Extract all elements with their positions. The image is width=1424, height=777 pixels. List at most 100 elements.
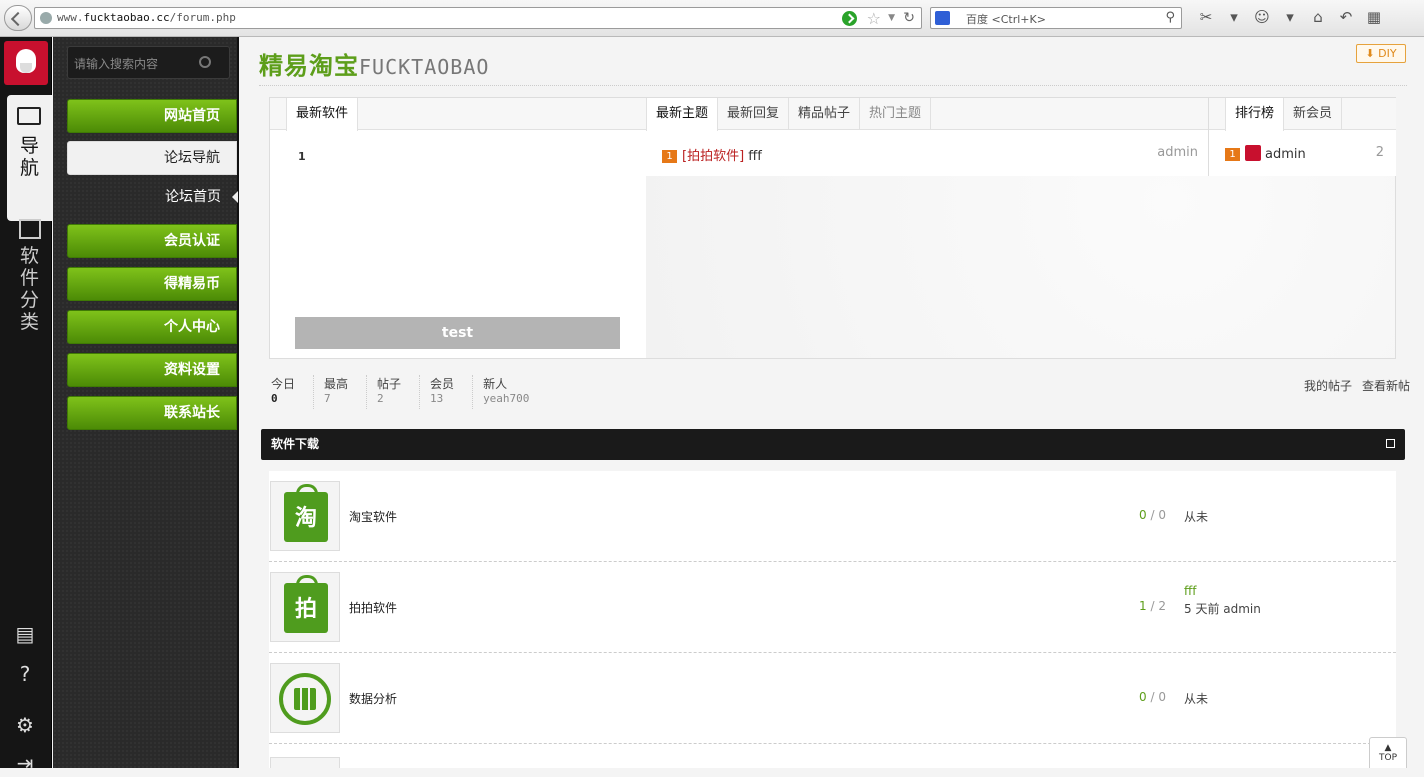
toolbar-icons: ✂ ▾ ☺ ▾ ⌂ ↶ ▦ <box>1195 8 1420 30</box>
avatar <box>1245 145 1261 161</box>
grid-circle-icon <box>279 673 331 725</box>
browser-toolbar: www.fucktaobao.cc/forum.php ☆ ▼ ↻ 百度 <Ct… <box>0 0 1424 37</box>
address-bar[interactable]: www.fucktaobao.cc/forum.php ☆ ▼ ↻ <box>34 7 922 29</box>
shopping-bag-icon: 拍 <box>284 575 328 633</box>
menu-home-button[interactable]: 网站首页 <box>67 99 237 133</box>
topic-category[interactable]: [拍拍软件] <box>682 149 744 164</box>
page-title: 精易淘宝FUCKTAOBAO <box>259 52 490 80</box>
url-text: www.fucktaobao.cc/forum.php <box>57 11 236 24</box>
search-bar[interactable]: 百度 <Ctrl+K> ⚲ <box>930 7 1182 29</box>
forum-name[interactable]: 淘宝软件 <box>349 508 397 525</box>
tab-ranking[interactable]: 排行榜 <box>1225 98 1285 131</box>
back-to-top-button[interactable]: ▲ TOP <box>1369 737 1407 768</box>
tab-new-members[interactable]: 新会员 <box>1284 98 1343 130</box>
back-button[interactable] <box>4 5 32 31</box>
forum-last-post: fff 5 天前 admin <box>1184 582 1261 618</box>
forum-row: 拍 拍拍软件 1 / 2 fff 5 天前 admin <box>269 562 1396 653</box>
search-icon[interactable] <box>199 56 211 68</box>
forum-row: 数据分析 0 / 0 从未 <box>269 653 1396 744</box>
menu-coins-button[interactable]: 得精易币 <box>67 267 237 301</box>
forum-list: 淘 淘宝软件 0 / 0 从未 拍 拍拍软件 1 / 2 fff 5 天前 adm… <box>269 471 1396 768</box>
menu-settings-button[interactable]: 资料设置 <box>67 353 237 387</box>
left-icon-nav: 导 航 软 件 分 类 ▤ ? ⚙ ⇥ <box>0 37 52 775</box>
forum-counts: 1 / 2 <box>1139 599 1166 613</box>
magnifier-icon[interactable]: ⚲ <box>1165 10 1175 25</box>
chevron-down-icon[interactable]: ▾ <box>1223 8 1245 28</box>
forum-icon[interactable] <box>270 757 340 768</box>
stat-today: 今日 0 <box>271 375 315 409</box>
tab-latest-replies[interactable]: 最新回复 <box>718 98 790 130</box>
software-category-label: 软 件 分 类 <box>19 245 39 333</box>
list-item[interactable]: 1 <box>298 150 306 163</box>
test-button[interactable]: test <box>295 317 620 349</box>
topic-row[interactable]: 1 [拍拍软件] fff admin <box>662 145 1198 164</box>
diy-button[interactable]: ⬇ DIY <box>1356 44 1406 63</box>
ranking-column: 排行榜 新会员 1 admin 2 <box>1208 98 1396 176</box>
external-link-icon[interactable] <box>1386 439 1395 448</box>
forum-stats: 今日 0 最高 7 帖子 2 会员 13 新人 yeah700 <box>271 375 557 415</box>
side-menu: 请输入搜索内容 网站首页 论坛导航 论坛首页 会员认证 得精易币 个人中心 资料… <box>53 37 239 768</box>
tab-latest-topics[interactable]: 最新主题 <box>646 98 719 131</box>
gear-icon[interactable]: ⚙ <box>12 713 38 739</box>
portal-panel: 最新软件 1 test 最新主题 最新回复 精品帖子 热门主题 1 [拍拍软件] … <box>269 97 1396 359</box>
home-icon[interactable]: ⌂ <box>1307 8 1329 28</box>
search-engine-text: 百度 <Ctrl+K> <box>966 13 1046 26</box>
stat-max: 最高 7 <box>324 375 368 409</box>
reload-icon[interactable]: ↻ <box>903 10 915 26</box>
quick-links: 我的帖子 查看新帖 <box>1294 377 1410 394</box>
member-count: 2 <box>1375 145 1384 160</box>
help-icon[interactable]: ? <box>12 662 38 688</box>
forum-icon[interactable]: 淘 <box>270 481 340 551</box>
forum-last-post: 从未 <box>1184 692 1209 706</box>
topics-column: 最新主题 最新回复 精品帖子 热门主题 1 [拍拍软件] fff admin <box>646 98 1208 176</box>
chat-bubble-icon <box>17 107 41 125</box>
menu-contact-button[interactable]: 联系站长 <box>67 396 237 430</box>
menu-search-input[interactable]: 请输入搜索内容 <box>67 46 230 79</box>
notes-icon[interactable]: ▤ <box>12 622 38 648</box>
dropdown-icon[interactable]: ▼ <box>888 13 895 23</box>
topic-title[interactable]: fff <box>748 149 762 164</box>
news-icon <box>19 219 41 239</box>
new-posts-link[interactable]: 查看新帖 <box>1362 379 1410 393</box>
tab-latest-software[interactable]: 最新软件 <box>286 98 359 131</box>
divider <box>259 85 1407 86</box>
ranking-row[interactable]: 1 admin 2 <box>1225 145 1384 163</box>
menu-profile-button[interactable]: 个人中心 <box>67 310 237 344</box>
menu-icon[interactable]: ▦ <box>1363 8 1385 28</box>
forum-last-post: 从未 <box>1184 510 1209 524</box>
forum-name[interactable]: 拍拍软件 <box>349 599 397 616</box>
paw-icon[interactable] <box>935 11 950 25</box>
emoticon-icon[interactable]: ☺ <box>1251 8 1273 28</box>
section-header: 软件下载 <box>261 429 1405 460</box>
forum-icon[interactable]: 拍 <box>270 572 340 642</box>
tab-featured-posts[interactable]: 精品帖子 <box>789 98 861 130</box>
main-content: 精易淘宝FUCKTAOBAO ⬇ DIY 最新软件 1 test 最新主题 最新… <box>241 37 1424 768</box>
stat-newest: 新人 yeah700 <box>483 377 530 405</box>
tab-hot-topics[interactable]: 热门主题 <box>860 98 932 130</box>
bookmark-star-icon[interactable]: ☆ <box>867 9 881 28</box>
chevron-down-icon[interactable]: ▾ <box>1279 8 1301 28</box>
undo-icon[interactable]: ↶ <box>1335 8 1357 28</box>
last-post-title[interactable]: fff <box>1184 582 1261 600</box>
menu-forum-home-link[interactable]: 论坛首页 <box>67 182 238 212</box>
site-logo[interactable] <box>4 41 48 85</box>
nav-tab[interactable]: 导 航 <box>7 95 52 221</box>
member-name[interactable]: admin <box>1265 147 1306 162</box>
menu-member-verify-button[interactable]: 会员认证 <box>67 224 237 258</box>
forum-counts: 0 / 0 <box>1139 508 1166 522</box>
stat-members: 会员 13 <box>430 375 474 409</box>
menu-forum-nav-button[interactable]: 论坛导航 <box>67 141 237 175</box>
nav-tab-label: 导 航 <box>19 135 39 179</box>
topic-author[interactable]: admin <box>1157 145 1198 160</box>
logout-icon[interactable]: ⇥ <box>12 751 38 777</box>
forum-icon[interactable] <box>270 663 340 733</box>
screenshot-icon[interactable]: ✂ <box>1195 8 1217 28</box>
go-arrow-icon[interactable] <box>842 11 857 26</box>
rank-badge: 1 <box>662 150 677 163</box>
my-posts-link[interactable]: 我的帖子 <box>1304 379 1352 393</box>
globe-icon <box>40 12 52 24</box>
stat-posts: 帖子 2 <box>377 375 421 409</box>
forum-name[interactable]: 数据分析 <box>349 690 397 707</box>
software-category-tab[interactable]: 软 件 分 类 <box>7 217 52 337</box>
scrollbar[interactable] <box>1418 37 1424 768</box>
